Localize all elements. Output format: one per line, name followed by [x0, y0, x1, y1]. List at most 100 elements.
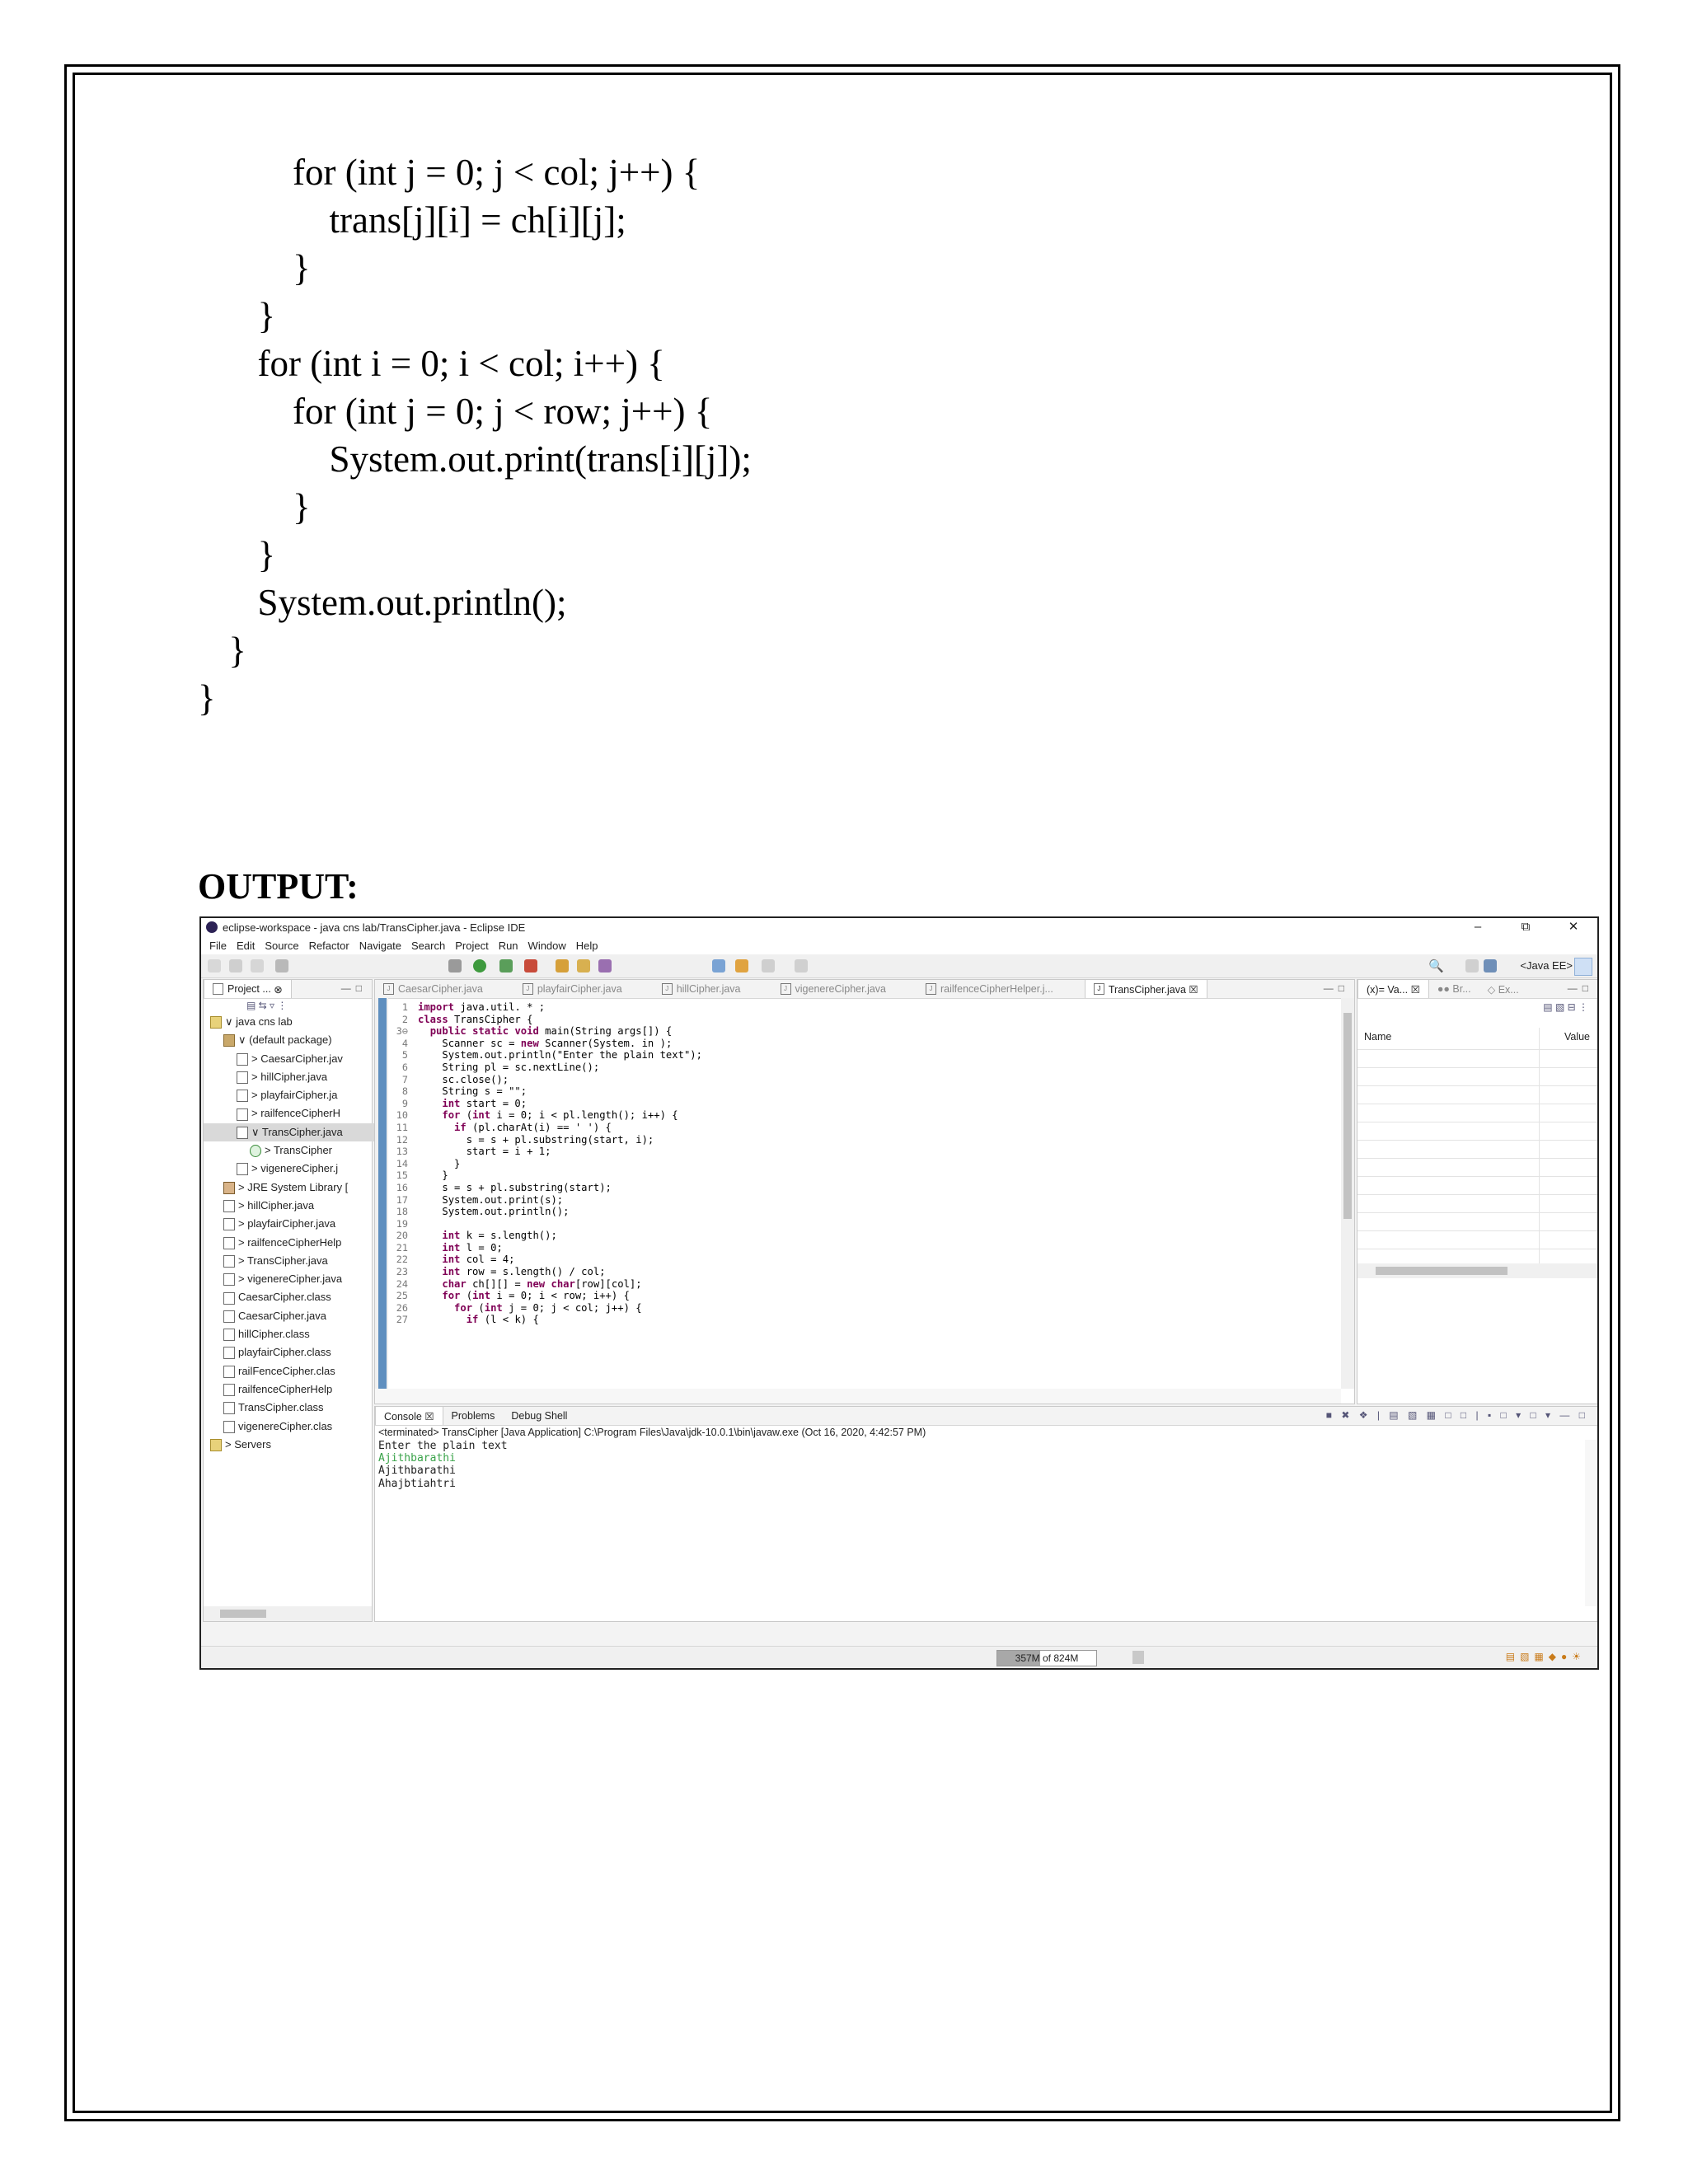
search-icon[interactable]: 🔍: [1428, 958, 1444, 973]
editor-vscroll[interactable]: [1341, 998, 1354, 1389]
variables-toolbar-icons[interactable]: ▤ ▧ ⊟ ⋮: [1543, 1001, 1588, 1013]
debug-icon[interactable]: [448, 959, 462, 972]
coverage-icon[interactable]: [499, 959, 513, 972]
forward-icon[interactable]: [735, 959, 748, 972]
tree-item[interactable]: ∨ TransCipher.java: [204, 1122, 401, 1142]
java-file-icon: J: [1093, 983, 1104, 995]
editor-hscroll[interactable]: [375, 1389, 1341, 1404]
tab-problems[interactable]: Problems: [443, 1407, 504, 1425]
editor-minmax-icons[interactable]: —□: [1324, 982, 1349, 994]
tree-item[interactable]: > Servers: [204, 1436, 375, 1454]
variables-hscroll-thumb[interactable]: [1376, 1267, 1507, 1275]
tree-item[interactable]: > hillCipher.java: [204, 1068, 401, 1086]
editor-line: import java.util. * ;: [418, 1001, 546, 1013]
minimize-button[interactable]: –: [1454, 918, 1502, 936]
tree-item[interactable]: CaesarCipher.java: [204, 1307, 388, 1325]
close-button[interactable]: ✕: [1550, 918, 1597, 936]
variables-minmax-icons[interactable]: —□: [1568, 982, 1593, 994]
tree-item[interactable]: ∨ java cns lab: [204, 1013, 375, 1031]
menu-project[interactable]: Project: [455, 940, 488, 952]
open-type-icon[interactable]: [577, 959, 590, 972]
java-file-icon: [237, 1090, 248, 1103]
change-marker: [378, 998, 387, 1389]
tree-item[interactable]: vigenereCipher.clas: [204, 1418, 388, 1436]
tree-item[interactable]: ∨ (default package): [204, 1031, 388, 1049]
console-vscroll[interactable]: [1585, 1440, 1597, 1606]
back-icon[interactable]: [712, 959, 725, 972]
column-name[interactable]: Name: [1364, 1031, 1391, 1043]
menu-refactor[interactable]: Refactor: [309, 940, 349, 952]
menu-edit[interactable]: Edit: [237, 940, 255, 952]
pane-minmax-icons[interactable]: —□: [341, 982, 367, 994]
print-icon[interactable]: [251, 959, 264, 972]
external-tools-icon[interactable]: [524, 959, 537, 972]
save-icon[interactable]: [229, 959, 242, 972]
editor-tab[interactable]: JvigenereCipher.java: [772, 980, 895, 998]
debug-perspective-icon[interactable]: [1574, 958, 1592, 976]
menu-help[interactable]: Help: [576, 940, 598, 952]
tree-item[interactable]: railfenceCipherHelp: [204, 1380, 388, 1399]
console-output[interactable]: Enter the plain text Ajithbarathi Ajithbar…: [378, 1440, 508, 1490]
editor-tab[interactable]: J TransCipher.java ☒: [1084, 980, 1207, 998]
tree-item-label: > playfairCipher.java: [238, 1217, 336, 1230]
editor-tab[interactable]: JplayfairCipher.java: [514, 980, 631, 998]
tab-expressions[interactable]: ◇ Ex...: [1479, 980, 1527, 998]
tree-item[interactable]: CaesarCipher.class: [204, 1288, 388, 1306]
console-toolbar-icons[interactable]: ■ ✖ ❖ | ▤ ▧ ▦ □ □ | ▪ □ ▾ □ ▾ — □: [1326, 1409, 1588, 1421]
tree-item[interactable]: > CaesarCipher.jav: [204, 1050, 401, 1068]
column-value[interactable]: Value: [1564, 1031, 1590, 1043]
tab-breakpoints[interactable]: ●● Br...: [1429, 980, 1479, 998]
tree-item[interactable]: playfairCipher.class: [204, 1343, 388, 1361]
tree-item[interactable]: > vigenereCipher.java: [204, 1270, 388, 1288]
nav-next-icon[interactable]: [762, 959, 775, 972]
editor-vscroll-thumb[interactable]: [1343, 1013, 1352, 1219]
new-icon[interactable]: [208, 959, 221, 972]
tree-item-label: > hillCipher.java: [238, 1198, 315, 1212]
tree-item[interactable]: > TransCipher.java: [204, 1252, 388, 1270]
java-ee-perspective-icon[interactable]: [1484, 959, 1497, 972]
perspective-label[interactable]: <Java EE>: [1520, 959, 1573, 972]
menu-source[interactable]: Source: [265, 940, 298, 952]
search-tool-icon[interactable]: [598, 959, 612, 972]
console-terminated: <terminated> TransCipher [Java Applicati…: [378, 1427, 926, 1438]
tab-debug-shell[interactable]: Debug Shell: [503, 1407, 575, 1425]
tab-project-explorer[interactable]: Project ... ⊗: [204, 980, 292, 998]
tree-item[interactable]: TransCipher.class: [204, 1399, 388, 1417]
tree-item[interactable]: railFenceCipher.clas: [204, 1362, 388, 1380]
tree-item[interactable]: > JRE System Library [: [204, 1179, 388, 1197]
explorer-hscroll[interactable]: [204, 1606, 372, 1621]
menu-search[interactable]: Search: [411, 940, 445, 952]
open-task-icon[interactable]: [795, 959, 808, 972]
skip-breakpoints-icon[interactable]: [275, 959, 288, 972]
editor-code[interactable]: import java.util. * ; class TransCipher {…: [418, 1001, 702, 1326]
editor-tab[interactable]: J CaesarCipher.java: [375, 980, 491, 998]
tab-console[interactable]: Console ☒: [375, 1407, 443, 1425]
heap-status[interactable]: 357M of 824M: [996, 1650, 1097, 1666]
tree-item[interactable]: > railfenceCipherH: [204, 1104, 401, 1122]
tree-item[interactable]: > playfairCipher.ja: [204, 1086, 401, 1104]
tree-item[interactable]: > railfenceCipherHelp: [204, 1234, 388, 1252]
line-number: 24: [396, 1277, 408, 1290]
tree-item[interactable]: > vigenereCipher.j: [204, 1160, 401, 1178]
editor-tab[interactable]: JrailfenceCipherHelper.j...: [917, 980, 1062, 998]
restore-button[interactable]: ⧉: [1502, 918, 1550, 936]
tree-item[interactable]: hillCipher.class: [204, 1325, 388, 1343]
new-java-project-icon[interactable]: [556, 959, 569, 972]
status-trim-icons[interactable]: ▤▧▦◆●☀: [1506, 1651, 1586, 1662]
run-icon[interactable]: [473, 959, 486, 972]
menu-file[interactable]: File: [209, 940, 227, 952]
line-number: 2: [401, 1013, 408, 1025]
explorer-toolbar-icons[interactable]: ▤ ⇆ ▿ ⋮: [246, 1000, 287, 1011]
tab-variables[interactable]: (x)= Va... ☒: [1357, 980, 1429, 998]
tree-item[interactable]: > hillCipher.java: [204, 1197, 388, 1215]
menu-navigate[interactable]: Navigate: [359, 940, 401, 952]
editor-tab[interactable]: JhillCipher.java: [654, 980, 749, 998]
open-perspective-icon[interactable]: [1465, 959, 1479, 972]
menu-run[interactable]: Run: [499, 940, 518, 952]
gc-trash-icon[interactable]: [1132, 1651, 1144, 1664]
tree-item[interactable]: > playfairCipher.java: [204, 1215, 388, 1233]
menu-window[interactable]: Window: [528, 940, 566, 952]
variables-hscroll[interactable]: [1357, 1263, 1597, 1278]
editor-line: class TransCipher {: [418, 1013, 533, 1025]
explorer-hscroll-thumb[interactable]: [220, 1610, 266, 1618]
